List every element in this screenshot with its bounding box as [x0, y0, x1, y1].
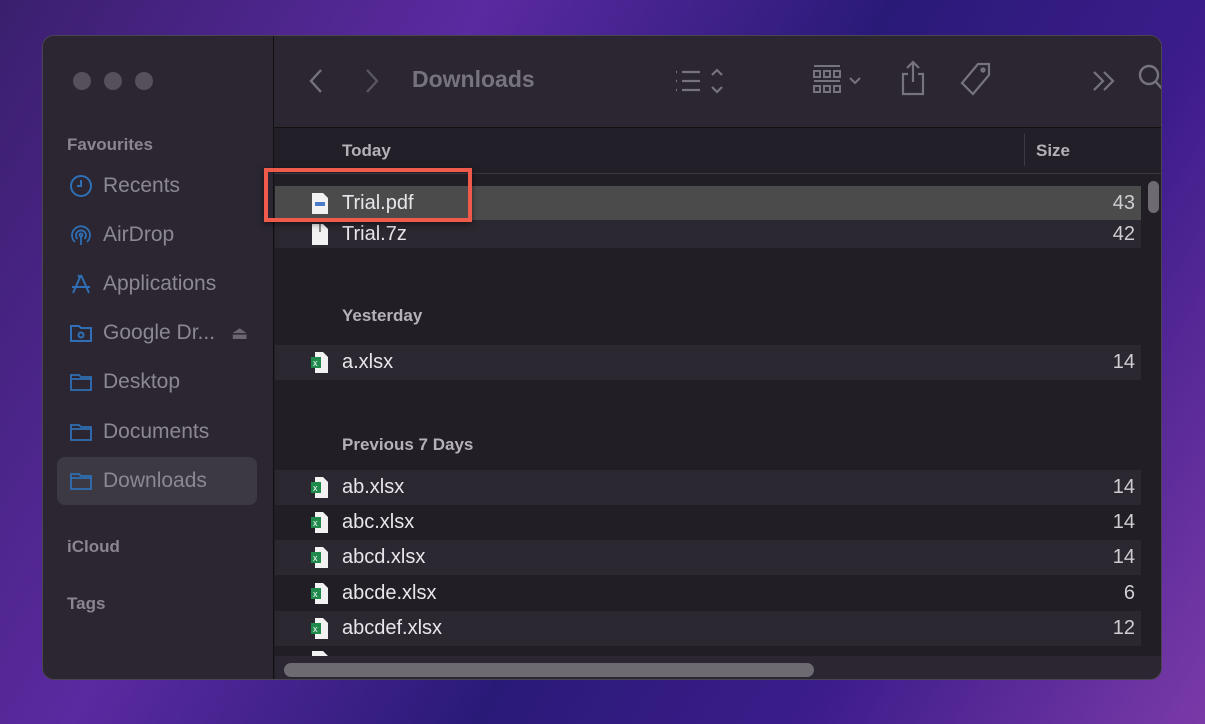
- sidebar-item-documents[interactable]: Documents: [57, 408, 257, 456]
- airdrop-icon: [71, 225, 91, 245]
- toolbar: Downloads: [274, 36, 1162, 128]
- svg-text:x: x: [313, 518, 318, 528]
- svg-text:x: x: [313, 589, 318, 599]
- tag-icon[interactable]: [960, 62, 992, 96]
- folder-cloud-icon: [70, 325, 92, 342]
- sidebar-item-airdrop[interactable]: AirDrop: [57, 211, 257, 259]
- zoom-button[interactable]: [135, 72, 153, 90]
- applications-icon: [72, 274, 90, 294]
- excel-file-icon: x: [311, 352, 328, 373]
- clock-icon: [70, 175, 92, 197]
- excel-file-icon: x: [311, 547, 328, 568]
- file-row[interactable]: x abc.xlsx 14: [275, 505, 1141, 540]
- excel-file-icon: x: [311, 512, 328, 533]
- sidebar-item-label: Documents: [103, 420, 210, 443]
- archive-file-icon: [312, 223, 328, 245]
- forward-icon[interactable]: [364, 68, 380, 94]
- file-name: abcd.xlsx: [342, 546, 426, 568]
- excel-file-icon: x: [311, 477, 328, 498]
- svg-text:x: x: [313, 553, 318, 563]
- group-heading-previous-7-days: Previous 7 Days: [342, 435, 474, 454]
- sidebar: Favourites Recents AirDrop Applications …: [43, 36, 274, 679]
- svg-text:x: x: [313, 358, 318, 368]
- file-row-trial-7z[interactable]: Trial.7z 42: [275, 220, 1141, 248]
- file-size: 14: [1112, 546, 1135, 568]
- file-row-a-xlsx[interactable]: x a.xlsx 14: [275, 345, 1141, 380]
- group-by-icon[interactable]: [812, 64, 868, 98]
- sidebar-item-label: Recents: [103, 174, 181, 197]
- back-icon[interactable]: [308, 68, 324, 94]
- sidebar-item-label: Google Dr...: [103, 321, 216, 344]
- search-icon[interactable]: [1138, 64, 1162, 94]
- sidebar-item-label: Desktop: [103, 370, 181, 393]
- eject-icon[interactable]: ⏏: [231, 323, 248, 344]
- horizontal-scrollbar[interactable]: [284, 663, 814, 677]
- group-heading-yesterday: Yesterday: [342, 306, 423, 325]
- file-row[interactable]: x abcde.xlsx 6: [275, 576, 1141, 611]
- highlight-box: [264, 168, 472, 222]
- close-button[interactable]: [73, 72, 91, 90]
- share-icon[interactable]: [900, 60, 926, 96]
- file-row[interactable]: x abcdef.xlsx 12: [275, 611, 1141, 646]
- file-size: 14: [1112, 351, 1135, 373]
- sidebar-item-label: Downloads: [103, 469, 207, 492]
- column-size-header[interactable]: Size: [1036, 141, 1070, 161]
- sidebar-item-label: AirDrop: [103, 223, 175, 246]
- folder-icon: [70, 424, 92, 441]
- minimize-button[interactable]: [104, 72, 122, 90]
- file-size: 12: [1112, 617, 1135, 639]
- more-icon[interactable]: [1092, 70, 1116, 92]
- file-name: Trial.7z: [342, 222, 407, 245]
- vertical-scrollbar[interactable]: [1148, 181, 1159, 213]
- folder-icon: [70, 374, 92, 391]
- svg-text:x: x: [313, 483, 318, 493]
- favourites-heading: Favourites: [67, 135, 153, 154]
- file-row[interactable]: x abcd.xlsx 14: [275, 540, 1141, 575]
- sidebar-item-downloads[interactable]: Downloads: [57, 457, 257, 505]
- finder-window: Favourites Recents AirDrop Applications …: [42, 35, 1162, 680]
- file-row-partial[interactable]: [275, 646, 1141, 656]
- file-name: ab.xlsx: [342, 476, 405, 498]
- tags-heading[interactable]: Tags: [67, 594, 105, 614]
- column-name-header[interactable]: Today: [342, 141, 391, 161]
- excel-file-icon: x: [311, 583, 328, 604]
- sidebar-item-applications[interactable]: Applications: [57, 260, 257, 308]
- list-view-icon[interactable]: [674, 66, 728, 96]
- icloud-heading[interactable]: iCloud: [67, 537, 120, 557]
- window-title: Downloads: [412, 66, 535, 92]
- file-size: 43: [1112, 191, 1135, 214]
- file-name: abc.xlsx: [342, 511, 415, 533]
- folder-icon: [70, 473, 92, 490]
- sidebar-item-label: Applications: [103, 272, 217, 295]
- file-name: abcdef.xlsx: [342, 617, 443, 639]
- file-row[interactable]: x ab.xlsx 14: [275, 470, 1141, 505]
- file-name: a.xlsx: [342, 351, 394, 373]
- excel-file-icon: x: [311, 618, 328, 639]
- column-divider[interactable]: [1024, 134, 1025, 166]
- file-size: 14: [1112, 511, 1135, 533]
- svg-text:x: x: [313, 624, 318, 634]
- file-size: 14: [1112, 476, 1135, 498]
- sidebar-item-recents[interactable]: Recents: [57, 162, 257, 210]
- sidebar-item-desktop[interactable]: Desktop: [57, 358, 257, 406]
- sidebar-item-google-drive[interactable]: Google Dr... ⏏: [57, 309, 257, 357]
- file-size: 42: [1112, 222, 1135, 245]
- file-name: abcde.xlsx: [342, 582, 437, 604]
- file-size: 6: [1123, 582, 1135, 604]
